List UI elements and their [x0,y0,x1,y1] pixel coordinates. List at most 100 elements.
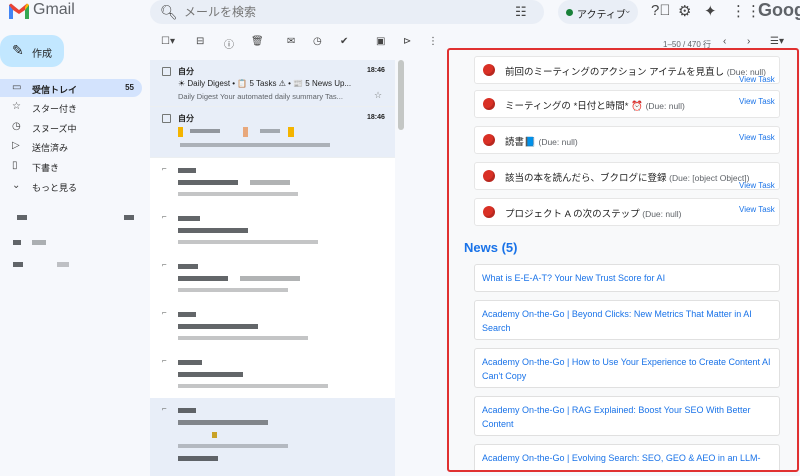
sidebar-item-more[interactable]: ⌄ もっと見る [0,177,142,195]
row-checkbox[interactable] [162,114,171,123]
table-row[interactable]: ⌐ [150,206,395,254]
tune-icon[interactable]: ☷ [515,4,527,20]
pencil-icon: ✎ [12,42,24,58]
task-card: 読書📘 (Due: null) View Task [474,126,780,154]
redacted-subject [178,276,228,281]
select-all-checkbox[interactable]: ☐▾ [161,36,175,47]
sidebar-item-label: 送信済み [32,143,69,153]
search-bar[interactable]: 🔍︎ ☷ [150,0,544,24]
move-to-icon[interactable]: ▣ [376,36,385,47]
task-dot-icon [483,98,495,110]
redacted-subject [178,180,238,185]
table-row[interactable]: ⌐ [150,254,395,302]
task-title-text: ミーティングの *日付と時間* ⏰ [505,101,643,112]
redacted-sender [178,408,196,413]
chevron-down-icon: ⌄ [624,5,632,15]
mail-list: 自分 18:46 ☀ Daily Digest • 📋 5 Tasks ⚠ • … [150,60,395,476]
redacted-snippet [243,127,248,137]
news-item[interactable]: Academy On-the-Go | Beyond Clicks: New M… [474,300,780,340]
view-task-link[interactable]: View Task [739,75,775,84]
send-icon: ▷ [12,140,20,151]
star-icon[interactable]: ☆ [374,90,382,101]
status-selector[interactable]: アクティブ ⌄ [558,0,638,24]
table-row[interactable]: ⌐ [150,302,395,350]
table-row[interactable]: 自分 18:46 ☀ Daily Digest • 📋 5 Tasks ⚠ • … [150,60,395,106]
archive-icon[interactable]: ⊟ [196,36,204,47]
view-task-link[interactable]: View Task [739,205,775,214]
file-icon: ▯ [12,160,18,171]
view-task-link[interactable]: View Task [739,133,775,142]
list-scrollbar[interactable] [398,60,404,130]
sidebar-item-label: 下書き [32,163,60,173]
sender: 自分 [178,67,194,76]
redacted-sender [178,264,198,269]
redacted-snippet [178,384,328,388]
sidebar-item-snoozed[interactable]: ◷ スヌーズ中 [0,118,142,136]
time: 18:46 [367,114,385,121]
google-brand[interactable]: Googl [758,0,800,21]
compose-button[interactable]: ✎ 作成 [0,35,64,67]
redacted-snippet [178,336,308,340]
news-item[interactable]: Academy On-the-Go | Evolving Search: SEO… [474,444,780,470]
row-handle-icon: ⌐ [162,164,167,173]
task-title-text: 前回のミーティングのアクション アイテムを見直し [505,67,725,78]
next-page-icon[interactable]: › [747,36,750,47]
table-row[interactable]: ⌐ [150,158,395,206]
news-item[interactable]: Academy On-the-Go | How to Use Your Expe… [474,348,780,388]
prev-page-icon[interactable]: ‹ [723,36,726,47]
snooze-icon[interactable]: ◷ [313,36,322,47]
view-task-link[interactable]: View Task [739,97,775,106]
snippet: Daily Digest Your automated daily summar… [178,92,343,101]
redacted-snippet [180,143,330,147]
gear-icon[interactable]: ⚙ [678,2,691,20]
row-handle-icon: ⌐ [162,260,167,269]
redacted-subject [178,228,248,233]
news-item[interactable]: Academy On-the-Go | RAG Explained: Boost… [474,396,780,436]
search-icon[interactable]: 🔍︎ [160,4,178,21]
redacted-snippet [260,129,280,133]
view-task-link[interactable]: View Task [739,181,775,190]
redacted-snippet [178,127,183,137]
sidebar-item-label: 受信トレイ [32,85,78,95]
mark-unread-icon[interactable]: ✉ [287,36,295,47]
help-icon[interactable]: ?⃝ [651,2,671,19]
table-row[interactable]: 自分 18:46 [150,107,395,157]
redacted-subject [240,276,300,281]
row-handle-icon: ⌐ [162,404,167,413]
app-name[interactable]: Gmail [33,1,75,19]
row-handle-icon: ⌐ [162,356,167,365]
row-checkbox[interactable] [162,67,171,76]
sidebar-item-label: もっと見る [32,183,78,193]
apps-icon[interactable]: ⋮⋮ [731,2,761,20]
task-title: プロジェクト A の次のステップ (Due: null) [505,206,681,220]
report-spam-icon[interactable]: ⓘ [224,36,234,51]
sidebar-item-starred[interactable]: ☆ スター付き [0,98,142,116]
task-title-text: プロジェクト A の次のステップ [505,209,640,220]
trash-icon[interactable]: 🗑︎ [251,36,264,47]
redacted-snippet [178,444,288,448]
sparkle-icon[interactable]: ✦ [704,2,717,20]
table-row[interactable]: ⌐ [150,350,395,398]
subject: ☀ Daily Digest • 📋 5 Tasks ⚠ • 📰 5 News … [178,79,352,88]
redacted-label [13,262,23,267]
sidebar-item-drafts[interactable]: ▯ 下書き [0,157,142,175]
compose-label: 作成 [32,49,52,60]
task-card: 前回のミーティングのアクション アイテムを見直し (Due: null) Vie… [474,56,780,84]
sidebar-item-inbox[interactable]: ▭ 受信トレイ 55 [0,79,142,97]
gmail-logo-icon[interactable] [8,2,30,20]
star-icon: ☆ [12,101,21,112]
redacted-snippet [288,127,294,137]
add-task-icon[interactable]: ✔ [340,36,348,47]
table-row[interactable]: ⌐ [150,398,395,476]
redacted-subject [178,420,268,425]
label-icon[interactable]: ⊳ [403,36,411,47]
task-title-text: 該当の本を読んだら、ブクログに登録 [505,173,667,184]
news-item[interactable]: What is E-E-A-T? Your New Trust Score fo… [474,264,780,292]
density-icon[interactable]: ☰▾ [770,36,784,47]
search-input[interactable] [182,2,482,22]
task-card: ミーティングの *日付と時間* ⏰ (Due: null) View Task [474,90,780,118]
redacted-label [57,262,69,267]
sidebar-item-sent[interactable]: ▷ 送信済み [0,137,142,155]
more-icon[interactable]: ⋮ [428,36,438,47]
task-title: 読書📘 (Due: null) [505,134,578,148]
